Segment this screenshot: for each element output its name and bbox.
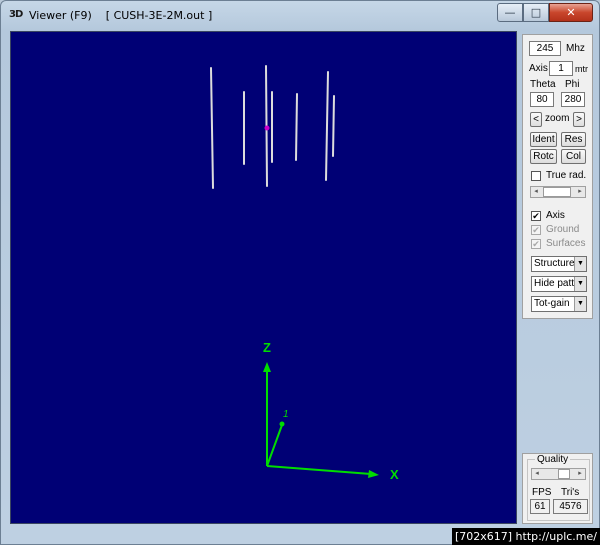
antenna-element [332, 95, 335, 157]
axis-length-input[interactable]: 1 [549, 61, 573, 76]
gain-select[interactable]: Tot-gain ▼ [531, 296, 587, 312]
gain-select-value: Tot-gain [534, 298, 570, 309]
viewer-window: 3D Viewer (F9) [ CUSH-3E-2M.out ] — □ ✕ [0, 0, 600, 545]
rotc-button[interactable]: Rotc [530, 149, 557, 164]
y-axis-tip [279, 421, 285, 427]
chevron-down-icon[interactable]: ▼ [574, 297, 586, 311]
frequency-input[interactable]: 245 [529, 41, 561, 56]
surfaces-checkbox: ✔ [531, 239, 541, 249]
ground-checkbox: ✔ [531, 225, 541, 235]
caption-buttons: — □ ✕ [497, 3, 593, 22]
slider-left-arrow[interactable]: ◂ [531, 187, 541, 197]
quality-label: Quality [535, 454, 571, 466]
slider-thumb[interactable] [543, 187, 571, 197]
theta-input[interactable]: 80 [530, 92, 554, 107]
axis-length-label: Axis [529, 63, 548, 74]
quality-right-arrow[interactable]: ▸ [575, 469, 585, 479]
axis-checkbox-label: Axis [546, 210, 565, 221]
axis-z-label: Z [263, 340, 271, 355]
slider-right-arrow[interactable]: ▸ [575, 187, 585, 197]
structure-select[interactable]: Structure ▼ [531, 256, 587, 272]
tris-label: Tri's [561, 487, 580, 498]
window-title: Viewer (F9) [ CUSH-3E-2M.out ] [29, 9, 213, 22]
zoom-out-button[interactable]: < [530, 112, 542, 127]
antenna-structure-view: Z X 1 [210, 65, 399, 482]
antenna-element [210, 67, 214, 189]
antenna-element [325, 71, 329, 181]
watermark: [702x617] http://uplc.me/ [452, 528, 600, 545]
phi-input[interactable]: 280 [561, 92, 585, 107]
axis-checkbox[interactable]: ✔ [531, 211, 541, 221]
maximize-button[interactable]: □ [523, 3, 549, 22]
close-button[interactable]: ✕ [549, 3, 593, 22]
zoom-label: zoom [545, 113, 570, 124]
ident-button[interactable]: Ident [530, 132, 557, 147]
phi-label: Phi [565, 79, 580, 90]
z-axis-arrow [263, 362, 271, 372]
title-bar[interactable]: 3D Viewer (F9) [ CUSH-3E-2M.out ] — □ ✕ [1, 1, 599, 29]
app-3d-icon: 3D [9, 9, 23, 20]
theta-label: Theta [530, 79, 556, 90]
true-rad-checkbox[interactable] [531, 171, 541, 181]
x-axis-line [266, 465, 372, 475]
minimize-button[interactable]: — [497, 3, 523, 22]
pattern-select-value: Hide patt. [534, 278, 577, 289]
structure-select-value: Structure [534, 258, 575, 269]
quality-left-arrow[interactable]: ◂ [532, 469, 542, 479]
true-rad-slider[interactable]: ◂ ▸ [530, 186, 586, 198]
chevron-down-icon[interactable]: ▼ [574, 257, 586, 271]
zoom-in-button[interactable]: > [573, 112, 585, 127]
y-axis-line [266, 424, 283, 467]
axis-x-label: X [390, 467, 399, 482]
3d-viewport[interactable]: Z X 1 [10, 31, 517, 524]
tris-value: 4576 [553, 499, 588, 514]
quality-panel: Quality ◂ ▸ FPS Tri's 61 4576 [522, 453, 593, 524]
true-rad-label: True rad. [546, 170, 587, 181]
pattern-select[interactable]: Hide patt. ▼ [531, 276, 587, 292]
center-marker [264, 125, 270, 131]
res-button[interactable]: Res [561, 132, 586, 147]
col-button[interactable]: Col [561, 149, 586, 164]
surfaces-checkbox-label: Surfaces [546, 238, 586, 249]
fps-value: 61 [530, 499, 550, 514]
ground-checkbox-label: Ground [546, 224, 580, 235]
quality-slider-thumb[interactable] [558, 469, 570, 479]
control-panel: 245 Mhz Axis 1 mtr Theta Phi 80 280 < zo… [522, 34, 593, 319]
axis-length-unit: mtr [575, 64, 588, 74]
x-axis-arrow [368, 470, 379, 478]
antenna-element [295, 93, 298, 161]
chevron-down-icon[interactable]: ▼ [574, 277, 586, 291]
axis-y-label: 1 [283, 409, 289, 420]
fps-label: FPS [532, 487, 552, 498]
frequency-unit: Mhz [566, 43, 585, 54]
quality-slider[interactable]: ◂ ▸ [531, 468, 586, 480]
